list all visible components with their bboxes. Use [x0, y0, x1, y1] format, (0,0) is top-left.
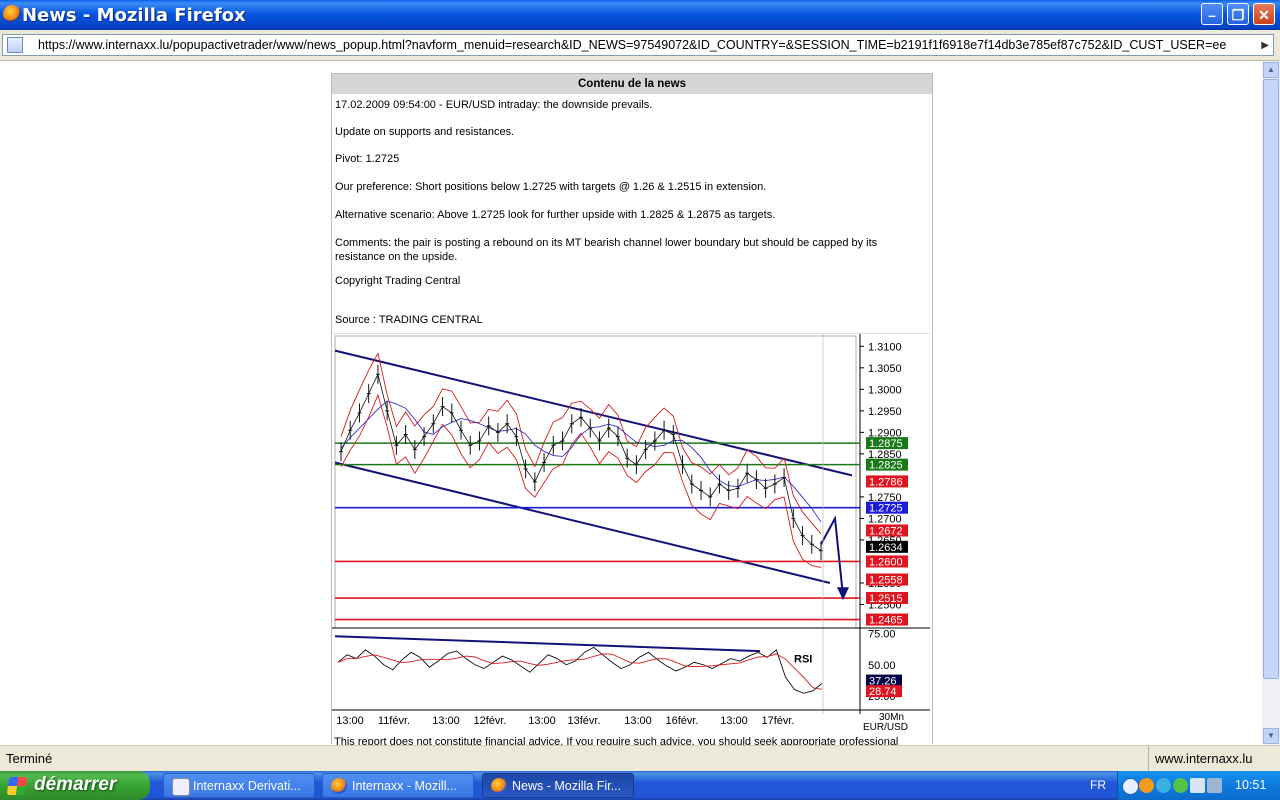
system-tray: 10:51 [1117, 771, 1280, 800]
y-tick-label: 1.3100 [868, 341, 902, 353]
minimize-button[interactable]: – [1201, 3, 1223, 25]
rsi-line [337, 646, 823, 694]
rsi-label: RSI [794, 653, 812, 665]
window-title: News - Mozilla Firefox [22, 5, 246, 26]
lower-channel-line [334, 461, 831, 584]
rsi-value-label: 28.74 [869, 686, 897, 698]
level-label: 1.2825 [869, 460, 903, 472]
firefox-icon [3, 5, 21, 23]
news-source: Source : TRADING CENTRAL [335, 314, 483, 326]
x-tick-label: 12févr. [473, 715, 506, 727]
y-tick-label: 1.2950 [868, 406, 902, 418]
y-tick-label: 1.3000 [868, 384, 902, 396]
news-disclaimer: This report does not constitute financia… [334, 736, 899, 745]
level-label: 1.2786 [869, 476, 903, 488]
rsi-trend-line [334, 635, 761, 653]
level-label: 1.2600 [869, 556, 903, 568]
eurusd-chart: 1.31001.30501.30001.29501.29001.28501.27… [332, 333, 930, 733]
x-tick-label: 13:00 [432, 715, 460, 727]
url-text[interactable]: https://www.internaxx.lu/popupactivetrad… [38, 38, 1248, 52]
task-label: Internaxx - Mozill... [352, 779, 457, 793]
scroll-down-icon[interactable]: ▼ [1263, 728, 1279, 744]
news-copyright: Copyright Trading Central [335, 275, 461, 287]
tray-user-icon[interactable] [1173, 778, 1188, 793]
level-label: 1.2672 [869, 525, 903, 537]
status-domain: www.internaxx.lu [1155, 751, 1253, 766]
news-comments: Comments: the pair is posting a rebound … [335, 237, 878, 263]
task-label: Internaxx Derivati... [193, 779, 301, 793]
scroll-up-icon[interactable]: ▲ [1263, 62, 1279, 78]
y-tick-label: 1.2700 [868, 513, 902, 525]
language-indicator[interactable]: FR [1090, 778, 1106, 792]
level-label: 1.2725 [869, 503, 903, 515]
upper-channel-line [334, 349, 853, 477]
excel-icon [172, 778, 190, 796]
start-button[interactable]: démarrer [0, 771, 150, 800]
close-button[interactable]: ✕ [1253, 3, 1275, 25]
windows-logo-icon [6, 777, 28, 795]
price-line [340, 373, 822, 552]
news-header: Contenu de la news [332, 74, 932, 94]
url-field[interactable]: https://www.internaxx.lu/popupactivetrad… [2, 34, 1274, 56]
tray-display-icon[interactable] [1190, 778, 1205, 793]
news-alternative: Alternative scenario: Above 1.2725 look … [335, 209, 776, 221]
news-update: Update on supports and resistances. [335, 126, 515, 138]
task-button-internaxx-firefox[interactable]: Internaxx - Mozill... [322, 773, 474, 798]
level-label: 1.2875 [869, 438, 903, 450]
instrument-label: EUR/USD [863, 722, 908, 733]
x-tick-label: 13:00 [624, 715, 652, 727]
page-icon [7, 37, 23, 53]
x-tick-label: 13févr. [567, 715, 600, 727]
x-tick-label: 17févr. [761, 715, 794, 727]
start-label: démarrer [34, 774, 117, 795]
forecast-arrow [820, 515, 844, 596]
taskbar: démarrer Internaxx Derivati... Internaxx… [0, 771, 1280, 800]
news-headline: 17.02.2009 09:54:00 - EUR/USD intraday: … [335, 99, 653, 111]
x-tick-label: 13:00 [336, 715, 364, 727]
tray-app-icon[interactable] [1139, 778, 1154, 793]
firefox-icon [331, 778, 347, 794]
x-tick-label: 13:00 [528, 715, 556, 727]
level-label: 1.2558 [869, 575, 903, 587]
maximize-button[interactable]: ❐ [1227, 3, 1249, 25]
clock: 10:51 [1235, 778, 1267, 792]
scroll-right-icon[interactable]: ▶ [1261, 40, 1269, 51]
scroll-thumb[interactable] [1263, 79, 1279, 679]
firefox-icon [491, 778, 507, 794]
x-tick-label: 16févr. [665, 715, 698, 727]
news-preference: Our preference: Short positions below 1.… [335, 181, 767, 193]
page-content: Contenu de la news 17.02.2009 09:54:00 -… [0, 61, 1262, 745]
task-button-internaxx-derivatives[interactable]: Internaxx Derivati... [163, 773, 315, 798]
rsi-tick-label: 50.00 [868, 660, 896, 672]
task-label: News - Mozilla Fir... [512, 779, 622, 793]
news-pivot: Pivot: 1.2725 [335, 153, 400, 165]
tray-arrow-icon[interactable] [1122, 778, 1139, 795]
tray-network-icon[interactable] [1156, 778, 1171, 793]
news-panel: Contenu de la news 17.02.2009 09:54:00 -… [331, 73, 933, 744]
rsi-tick-label: 75.00 [868, 629, 896, 641]
level-label: 1.2465 [869, 615, 903, 627]
address-bar: https://www.internaxx.lu/popupactivetrad… [0, 30, 1280, 61]
y-tick-label: 1.3050 [868, 363, 902, 375]
status-text: Terminé [6, 751, 53, 766]
rsi-signal-line [337, 653, 823, 690]
task-button-news-firefox[interactable]: News - Mozilla Fir... [482, 773, 634, 798]
level-label: 1.2634 [869, 542, 903, 554]
level-label: 1.2515 [869, 593, 903, 605]
status-bar: Terminé www.internaxx.lu [0, 745, 1280, 772]
window-titlebar[interactable]: News - Mozilla Firefox – ❐ ✕ [0, 0, 1280, 30]
tray-volume-icon[interactable] [1207, 778, 1222, 793]
x-tick-label: 11févr. [378, 715, 410, 727]
vertical-scrollbar[interactable]: ▲ ▼ [1262, 61, 1280, 745]
x-tick-label: 13:00 [720, 715, 748, 727]
